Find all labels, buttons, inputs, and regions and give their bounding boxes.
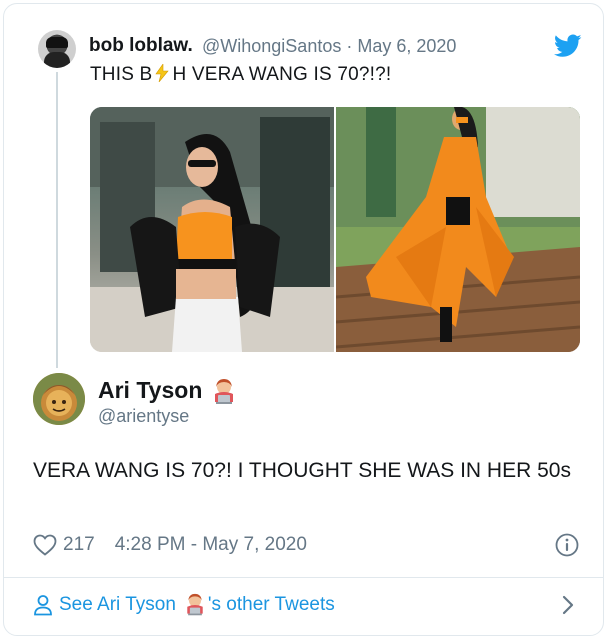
technologist-emoji-icon [187, 593, 203, 616]
tweet-body: VERA WANG IS 70?! I THOUGHT SHE WAS IN H… [33, 459, 571, 482]
quoted-tweet-text: THIS B H VERA WANG IS 70?!?! [90, 64, 391, 86]
quoted-tweet-date[interactable]: May 6, 2020 [357, 36, 456, 56]
info-icon[interactable] [555, 533, 579, 557]
see-other-suffix: 's other Tweets [207, 594, 335, 615]
technologist-emoji-icon [214, 378, 233, 404]
photo-2-illustration [336, 107, 580, 352]
tweet-media-grid [90, 107, 580, 352]
quoted-author-meta: @WihongiSantos · May 6, 2020 [202, 36, 456, 57]
author-name[interactable]: Ari Tyson [98, 377, 239, 406]
twitter-bird-icon[interactable] [554, 34, 582, 58]
tweet-timestamp[interactable]: 4:28 PM - May 7, 2020 [115, 534, 307, 556]
person-outline-icon [34, 595, 52, 616]
meta-separator: · [346, 36, 353, 56]
quoted-text-start: THIS B [90, 64, 153, 85]
like-count[interactable]: 217 [63, 534, 95, 556]
heart-outline-icon[interactable] [33, 534, 57, 556]
see-other-prefix: See Ari Tyson [59, 594, 176, 615]
quoted-text-end: H VERA WANG IS 70?!?! [172, 64, 392, 85]
author-name-text: Ari Tyson [98, 377, 203, 403]
quoted-author-name[interactable]: bob loblaw. [89, 35, 193, 57]
footer-divider [3, 577, 604, 578]
media-photo-1[interactable] [90, 107, 334, 352]
chevron-right-icon[interactable] [560, 594, 576, 616]
photo-1-illustration [90, 107, 334, 352]
author-avatar[interactable] [33, 373, 85, 425]
see-other-tweets-link[interactable]: See Ari Tyson 's other Tweets [33, 593, 335, 617]
lightning-emoji-icon [155, 64, 170, 82]
media-photo-2[interactable] [336, 107, 580, 352]
quoted-author-avatar[interactable] [38, 30, 76, 68]
author-avatar-illustration [33, 373, 85, 425]
tweet-stats: 217 4:28 PM - May 7, 2020 [33, 534, 307, 556]
quoted-author-handle[interactable]: @WihongiSantos [202, 36, 341, 56]
author-handle[interactable]: @arientyse [98, 406, 189, 427]
thread-connector-line [56, 72, 58, 368]
